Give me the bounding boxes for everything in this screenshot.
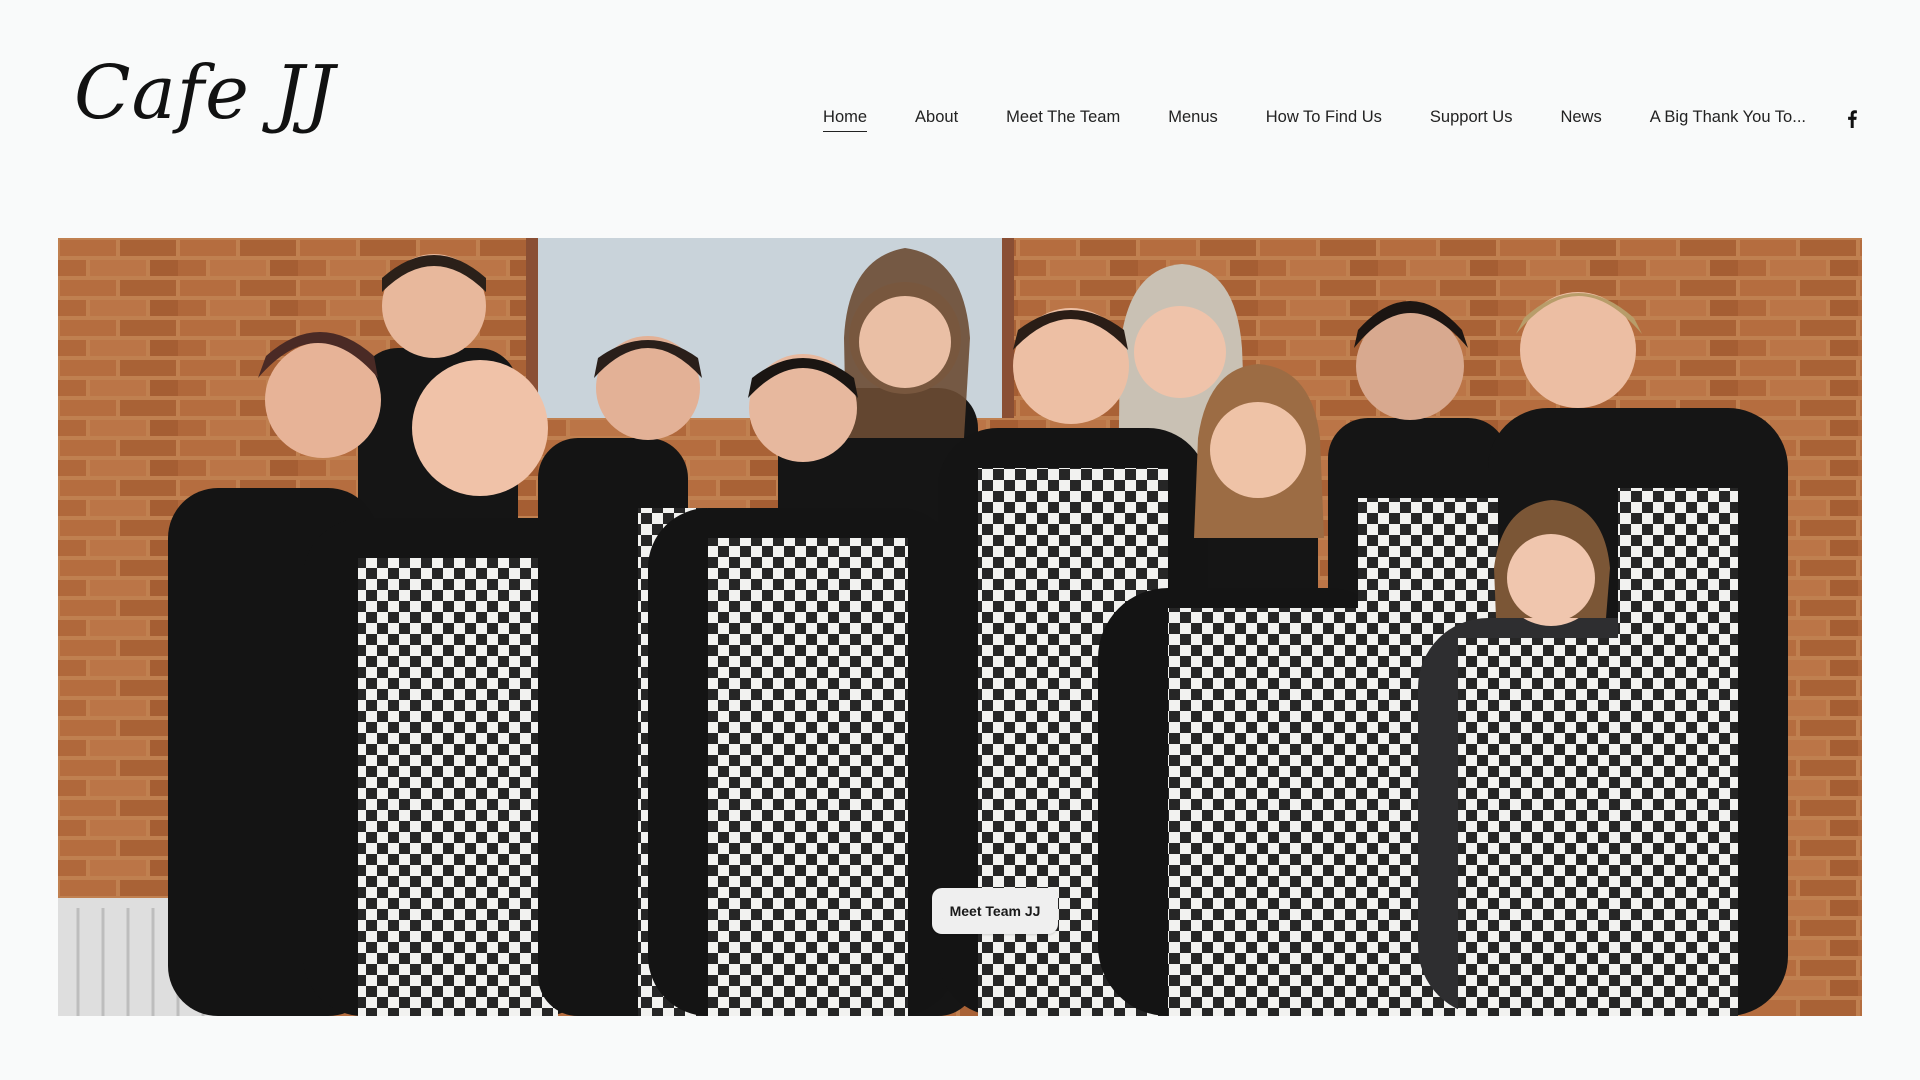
nav-thank-you[interactable]: A Big Thank You To... [1650,108,1806,132]
facebook-icon[interactable] [1844,108,1860,130]
main-nav: Home About Meet The Team Menus How To Fi… [823,108,1806,132]
nav-about[interactable]: About [915,108,958,132]
site-header: Cafe JJ Home About Meet The Team Menus H… [0,0,1920,230]
nav-support-us[interactable]: Support Us [1430,108,1513,132]
meet-team-button[interactable]: Meet Team JJ [932,888,1058,934]
nav-home[interactable]: Home [823,108,868,132]
nav-menus[interactable]: Menus [1168,108,1218,132]
nav-how-to-find-us[interactable]: How To Find Us [1266,108,1382,132]
nav-news[interactable]: News [1560,108,1601,132]
site-logo[interactable]: Cafe JJ [74,56,336,130]
nav-meet-the-team[interactable]: Meet The Team [1006,108,1120,132]
